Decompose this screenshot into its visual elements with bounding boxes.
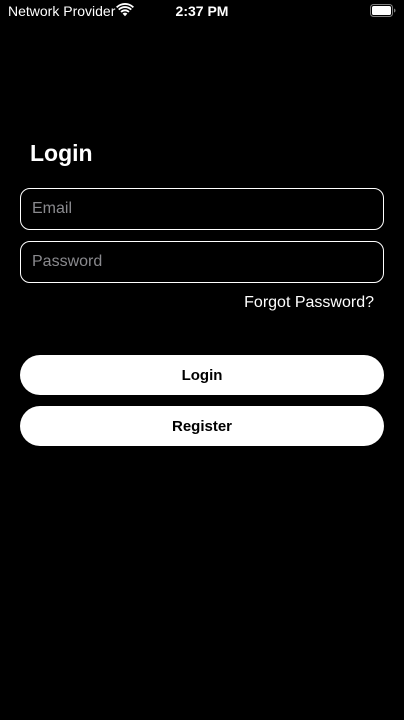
battery-icon [370,4,396,17]
password-field[interactable] [20,241,384,283]
forgot-password-link[interactable]: Forgot Password? [244,294,374,312]
register-button[interactable]: Register [20,406,384,446]
email-field[interactable] [20,188,384,230]
status-bar: Network Provider 2:37 PM [0,0,404,22]
status-time: 2:37 PM [175,3,229,19]
page-title: Login [30,140,93,166]
login-button[interactable]: Login [20,355,384,395]
